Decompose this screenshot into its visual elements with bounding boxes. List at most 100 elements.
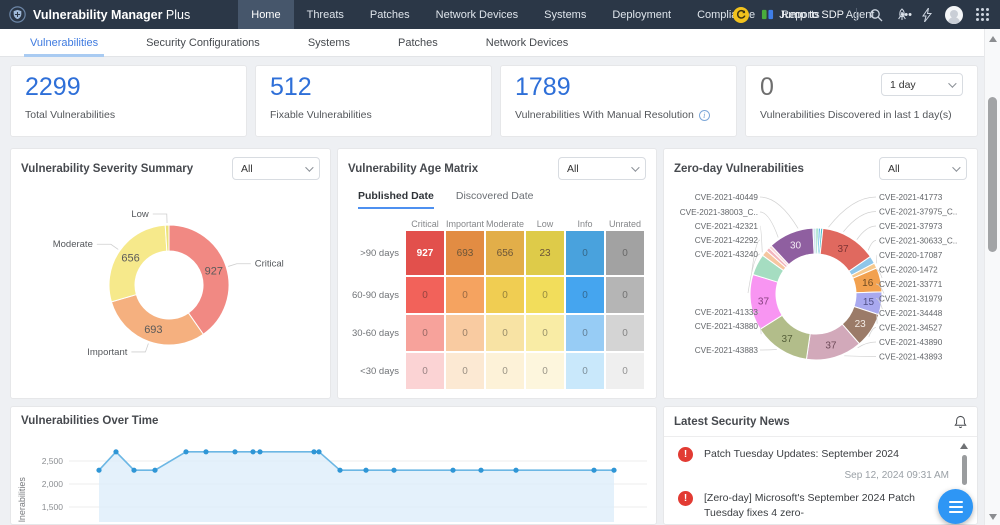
data-point[interactable] [203, 449, 208, 454]
user-avatar[interactable] [945, 6, 963, 24]
matrix-cell[interactable]: 0 [446, 277, 484, 313]
cve-label[interactable]: CVE-2021-41333 [695, 308, 759, 317]
matrix-cell[interactable]: 927 [406, 231, 444, 275]
severity-filter-dropdown[interactable]: All [232, 157, 320, 180]
matrix-cell[interactable]: 0 [606, 231, 644, 275]
lightning-icon[interactable] [921, 8, 933, 22]
page-scrollbar[interactable] [984, 29, 1000, 525]
cve-label[interactable]: CVE-2021-43883 [695, 346, 759, 355]
data-point[interactable] [450, 468, 455, 473]
data-point[interactable] [611, 468, 616, 473]
scroll-up-arrow[interactable] [989, 36, 997, 42]
matrix-cell[interactable]: 0 [606, 315, 644, 351]
period-dropdown[interactable]: 1 day [881, 73, 963, 96]
topnav-item-deployment[interactable]: Deployment [599, 0, 684, 29]
data-point[interactable] [183, 449, 188, 454]
matrix-cell[interactable]: 656 [486, 231, 524, 275]
matrix-cell[interactable]: 0 [606, 277, 644, 313]
cve-label[interactable]: CVE-2021-33771 [879, 280, 943, 289]
data-point[interactable] [391, 468, 396, 473]
bell-icon[interactable] [954, 415, 967, 429]
matrix-cell[interactable]: 0 [406, 277, 444, 313]
topnav-item-systems[interactable]: Systems [531, 0, 599, 29]
cve-label[interactable]: CVE-2021-43240 [695, 250, 759, 259]
data-point[interactable] [131, 468, 136, 473]
severity-donut-chart[interactable]: 927693656CriticalImportantModerateLow [11, 184, 330, 396]
apps-grid-icon[interactable] [975, 7, 990, 22]
matrix-cell[interactable]: 0 [446, 315, 484, 351]
matrix-cell[interactable]: 23 [526, 231, 564, 275]
matrix-cell[interactable]: 0 [486, 353, 524, 389]
cve-label[interactable]: CVE-2021-38003_C.. [680, 208, 758, 217]
cve-label[interactable]: CVE-2021-42292 [695, 236, 759, 245]
matrix-cell[interactable]: 0 [406, 315, 444, 351]
cve-label[interactable]: CVE-2021-34527 [879, 324, 943, 333]
matrix-cell[interactable]: 0 [406, 353, 444, 389]
news-item[interactable]: ![Zero-day] Microsoft's September 2024 P… [664, 481, 977, 521]
refresh-icon[interactable] [733, 7, 749, 23]
cve-label[interactable]: CVE-2021-30633_C.. [879, 237, 957, 246]
matrix-cell[interactable]: 0 [486, 315, 524, 351]
rocket-icon[interactable] [895, 8, 909, 22]
matrix-cell[interactable]: 693 [446, 231, 484, 275]
zeroday-filter-dropdown[interactable]: All [879, 157, 967, 180]
cve-label[interactable]: CVE-2021-41773 [879, 193, 943, 202]
topnav-item-threats[interactable]: Threats [294, 0, 357, 29]
scroll-down-arrow[interactable] [989, 514, 997, 520]
tab-published-date[interactable]: Published Date [358, 190, 434, 209]
data-point[interactable] [257, 449, 262, 454]
zeroday-donut-chart[interactable]: 3716152337373730CVE-2021-40449CVE-2021-3… [664, 184, 977, 396]
data-point[interactable] [316, 449, 321, 454]
cve-label[interactable]: CVE-2021-34448 [879, 309, 943, 318]
matrix-cell[interactable]: 0 [526, 353, 564, 389]
donut-segment-important[interactable] [111, 295, 203, 345]
cve-label[interactable]: CVE-2021-37975_C.. [879, 208, 957, 217]
matrix-cell[interactable]: 0 [566, 277, 604, 313]
data-point[interactable] [250, 449, 255, 454]
subnav-item-security-configurations[interactable]: Security Configurations [146, 29, 260, 57]
topnav-item-network-devices[interactable]: Network Devices [423, 0, 532, 29]
overtime-line-chart[interactable]: 2,5002,0001,500Vulnerabilities [11, 427, 656, 522]
subnav-item-network-devices[interactable]: Network Devices [486, 29, 569, 57]
matrix-cell[interactable]: 0 [446, 353, 484, 389]
matrix-cell[interactable]: 0 [566, 231, 604, 275]
scroll-up-arrow[interactable] [960, 443, 968, 449]
matrix-cell[interactable]: 0 [606, 353, 644, 389]
data-point[interactable] [513, 468, 518, 473]
cve-label[interactable]: CVE-2021-42321 [695, 222, 759, 231]
subnav-item-vulnerabilities[interactable]: Vulnerabilities [30, 29, 98, 57]
matrix-cell[interactable]: 0 [526, 315, 564, 351]
jump-to-sdp[interactable]: Jump to SDP [761, 8, 844, 21]
data-point[interactable] [311, 449, 316, 454]
news-item[interactable]: !Patch Tuesday Updates: September 2024 [664, 437, 977, 462]
news-title[interactable]: [Zero-day] Microsoft's September 2024 Pa… [704, 491, 942, 521]
data-point[interactable] [113, 449, 118, 454]
subnav-item-systems[interactable]: Systems [308, 29, 350, 57]
cve-label[interactable]: CVE-2021-40449 [695, 193, 759, 202]
data-point[interactable] [363, 468, 368, 473]
matrix-cell[interactable]: 0 [566, 315, 604, 351]
data-point[interactable] [478, 468, 483, 473]
news-title[interactable]: Patch Tuesday Updates: September 2024 [704, 447, 942, 462]
search-icon[interactable] [869, 8, 883, 22]
topnav-item-home[interactable]: Home [238, 0, 293, 29]
info-icon[interactable]: i [699, 110, 710, 121]
scrollbar-thumb[interactable] [988, 97, 997, 252]
matrix-cell[interactable]: 0 [486, 277, 524, 313]
age-matrix-filter-dropdown[interactable]: All [558, 157, 646, 180]
matrix-cell[interactable]: 0 [566, 353, 604, 389]
cve-label[interactable]: CVE-2021-43893 [879, 353, 943, 362]
data-point[interactable] [337, 468, 342, 473]
scrollbar-thumb[interactable] [962, 455, 967, 485]
data-point[interactable] [96, 468, 101, 473]
cve-label[interactable]: CVE-2020-1472 [879, 266, 938, 275]
cve-label[interactable]: CVE-2021-37973 [879, 222, 943, 231]
subnav-item-patches[interactable]: Patches [398, 29, 438, 57]
tab-discovered-date[interactable]: Discovered Date [456, 190, 534, 209]
matrix-cell[interactable]: 0 [526, 277, 564, 313]
cve-label[interactable]: CVE-2021-43890 [879, 338, 943, 347]
cve-label[interactable]: CVE-2021-43880 [695, 322, 759, 331]
data-point[interactable] [591, 468, 596, 473]
cve-label[interactable]: CVE-2021-31979 [879, 295, 943, 304]
data-point[interactable] [152, 468, 157, 473]
